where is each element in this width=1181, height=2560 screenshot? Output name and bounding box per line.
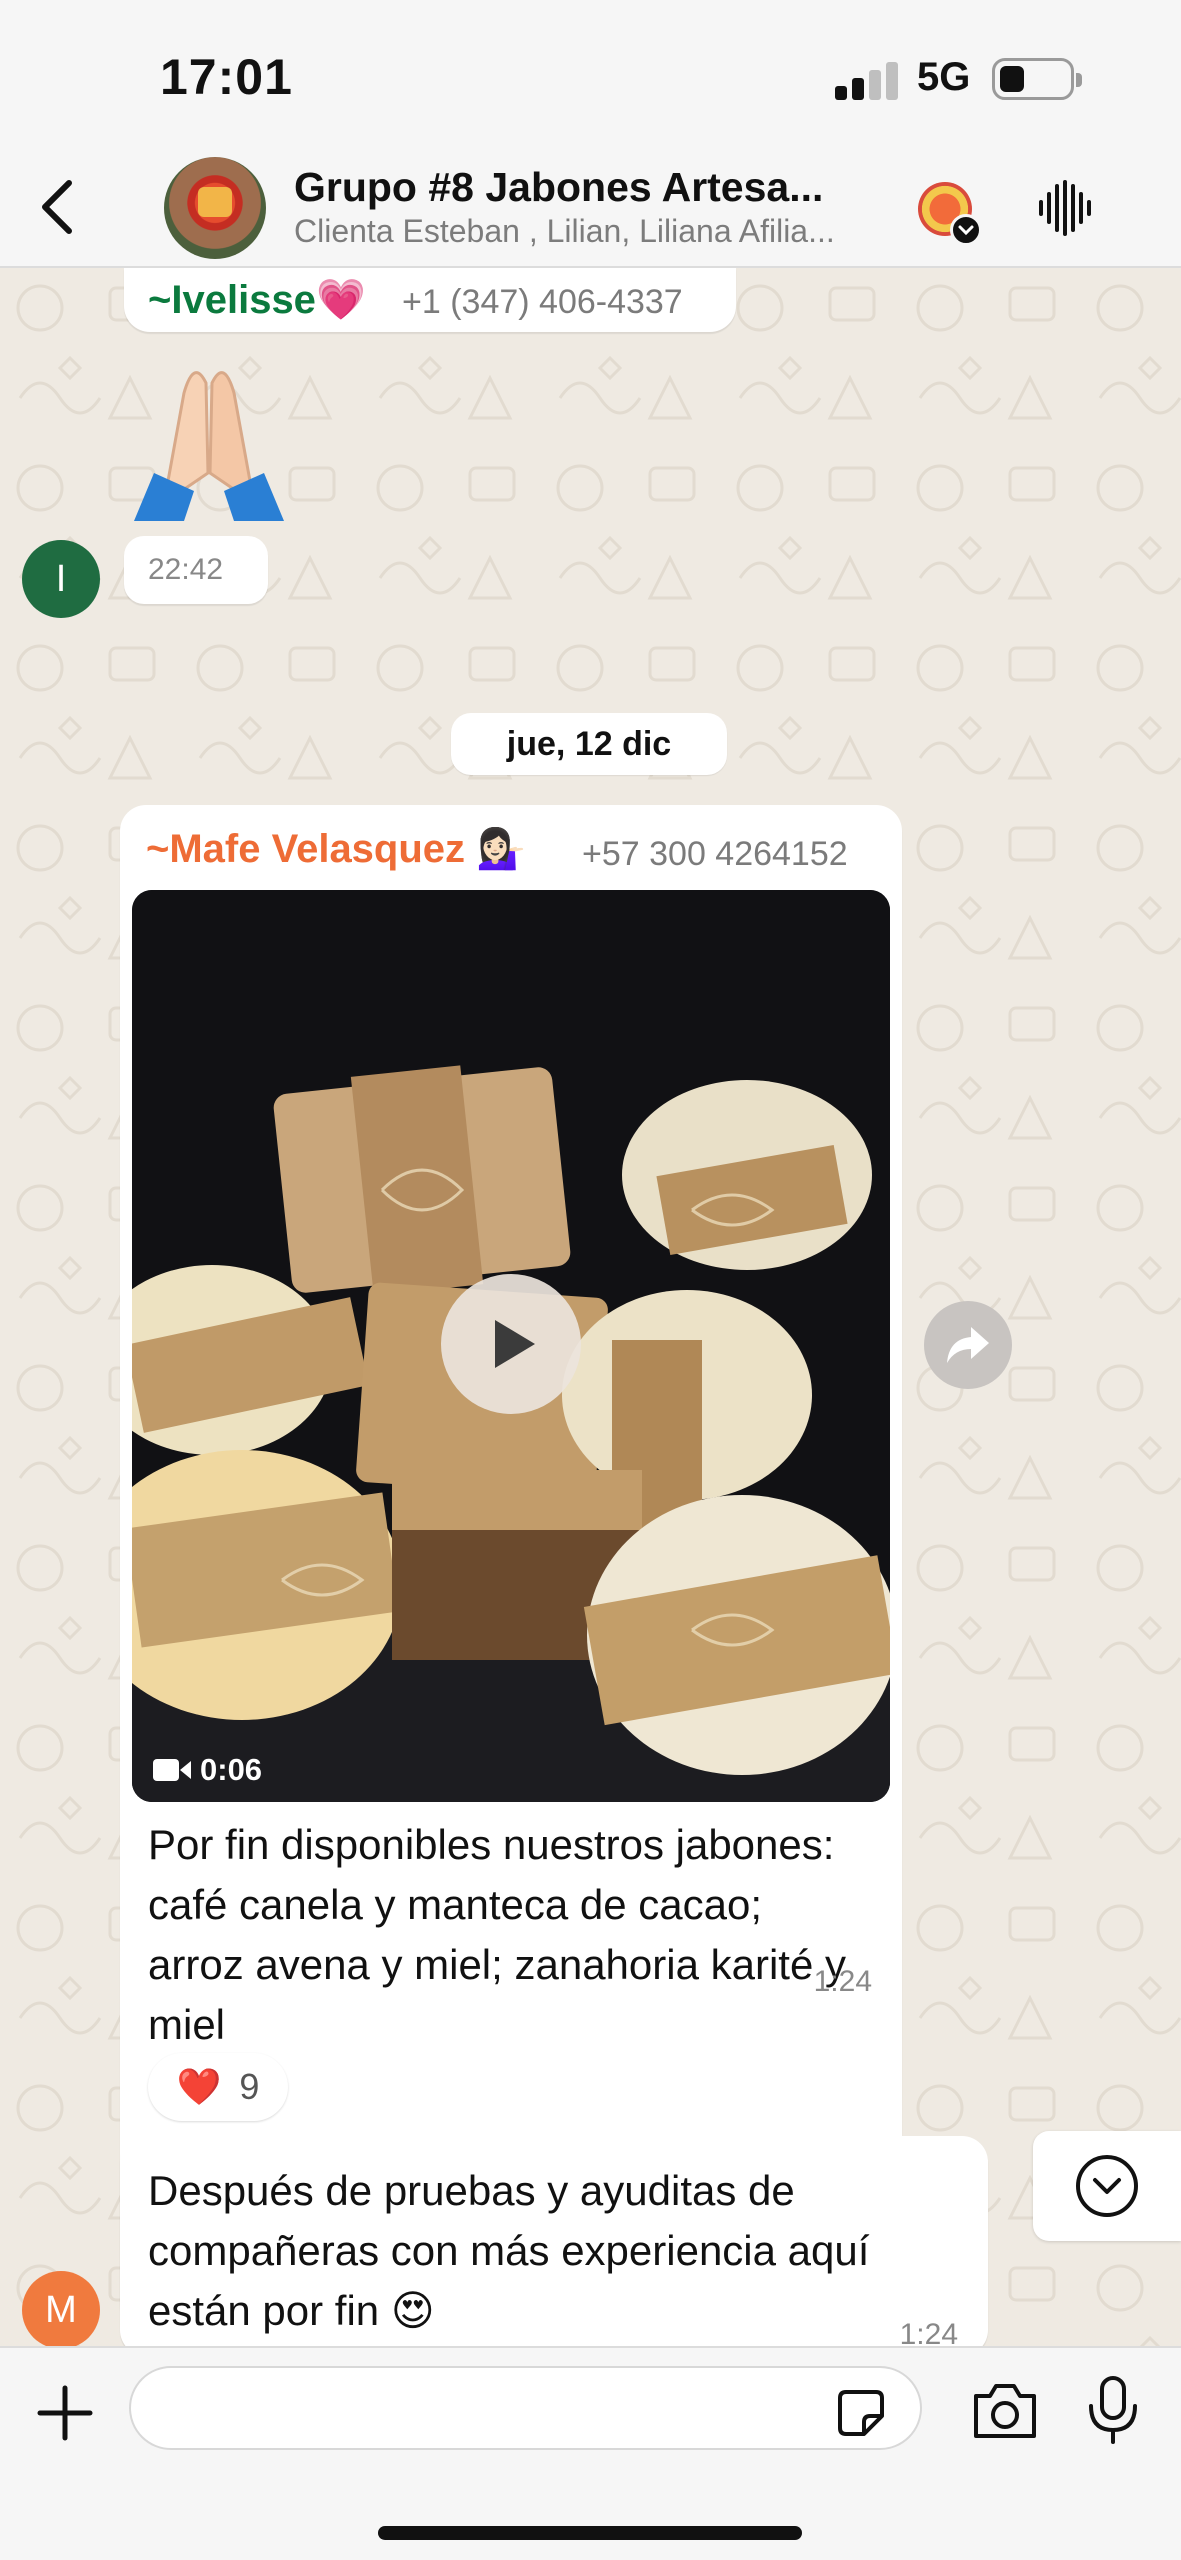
signal-strength-icon	[835, 60, 899, 100]
waveform-icon	[1039, 180, 1091, 236]
chat-header: Grupo #8 Jabones Artesa... Clienta Esteb…	[0, 150, 1181, 268]
back-button[interactable]	[22, 170, 92, 244]
play-button[interactable]	[441, 1274, 581, 1414]
microphone-button[interactable]	[1083, 2374, 1143, 2446]
status-bar: 17:01 5G	[0, 0, 1181, 150]
meta-ai-button[interactable]	[918, 182, 982, 246]
video-thumbnail[interactable]: 0:06	[132, 890, 890, 1802]
sender-name[interactable]: ~Mafe Velasquez 💁🏻‍♀️	[146, 825, 526, 872]
video-duration: 0:06	[152, 1752, 262, 1788]
message-time: 1:24	[813, 1965, 872, 1998]
voice-chat-button[interactable]	[1035, 178, 1095, 238]
sender-phone[interactable]: +1 (347) 406-4337	[402, 283, 683, 322]
plus-icon	[37, 2385, 93, 2441]
sender-phone[interactable]: +57 300 4264152	[582, 835, 848, 874]
message-time: 1:24	[899, 2318, 958, 2346]
message-text: Después de pruebas y ayuditas de compañe…	[148, 2167, 870, 2334]
praying-hands-icon	[134, 371, 284, 521]
chevron-left-icon	[42, 180, 72, 234]
video-camera-icon	[153, 1759, 191, 1781]
sticker-icon	[838, 2390, 884, 2436]
message-sender-header[interactable]: ~Ivelisse💗 +1 (347) 406-4337	[124, 268, 736, 332]
praying-hands-sticker[interactable]	[124, 353, 294, 521]
reaction-badge[interactable]: ❤️ 9	[148, 2053, 288, 2121]
network-type: 5G	[917, 55, 971, 99]
text-message[interactable]: Después de pruebas y ayuditas de compañe…	[120, 2136, 988, 2346]
attach-button[interactable]	[30, 2378, 100, 2448]
sticker-button[interactable]	[836, 2388, 886, 2438]
microphone-icon	[1089, 2376, 1137, 2444]
forward-icon	[947, 1327, 989, 1363]
camera-button[interactable]	[970, 2380, 1040, 2442]
chat-area[interactable]: ~Ivelisse💗 +1 (347) 406-4337 22:42 I jue…	[0, 268, 1181, 2346]
home-indicator	[378, 2526, 802, 2540]
play-icon	[495, 1320, 535, 1368]
avatar[interactable]: I	[22, 540, 100, 618]
message-input[interactable]	[129, 2366, 922, 2450]
chevron-down-circle-icon	[1076, 2155, 1138, 2217]
group-members[interactable]: Clienta Esteban , Lilian, Liliana Afilia…	[294, 213, 835, 250]
group-title[interactable]: Grupo #8 Jabones Artesa...	[294, 164, 823, 211]
scroll-to-bottom-button[interactable]	[1033, 2131, 1181, 2241]
heart-eyes-icon: 😍	[390, 2287, 435, 2334]
chevron-down-icon	[950, 214, 982, 246]
composer-bar	[0, 2346, 1181, 2560]
sender-name[interactable]: ~Ivelisse💗	[148, 276, 366, 323]
avatar[interactable]: M	[22, 2271, 100, 2346]
heart-icon: ❤️	[176, 2066, 222, 2107]
message-text: Por fin disponibles nuestros jabones: ca…	[148, 1821, 846, 2048]
group-avatar[interactable]	[164, 157, 266, 259]
message-time-bubble[interactable]: 22:42	[124, 536, 268, 604]
forward-button[interactable]	[924, 1301, 1012, 1389]
message-time: 22:42	[148, 553, 224, 586]
battery-icon	[992, 58, 1082, 100]
date-separator: jue, 12 dic	[451, 713, 727, 775]
reaction-count: 9	[239, 2066, 260, 2107]
camera-icon	[974, 2384, 1036, 2438]
status-time: 17:01	[160, 49, 293, 105]
